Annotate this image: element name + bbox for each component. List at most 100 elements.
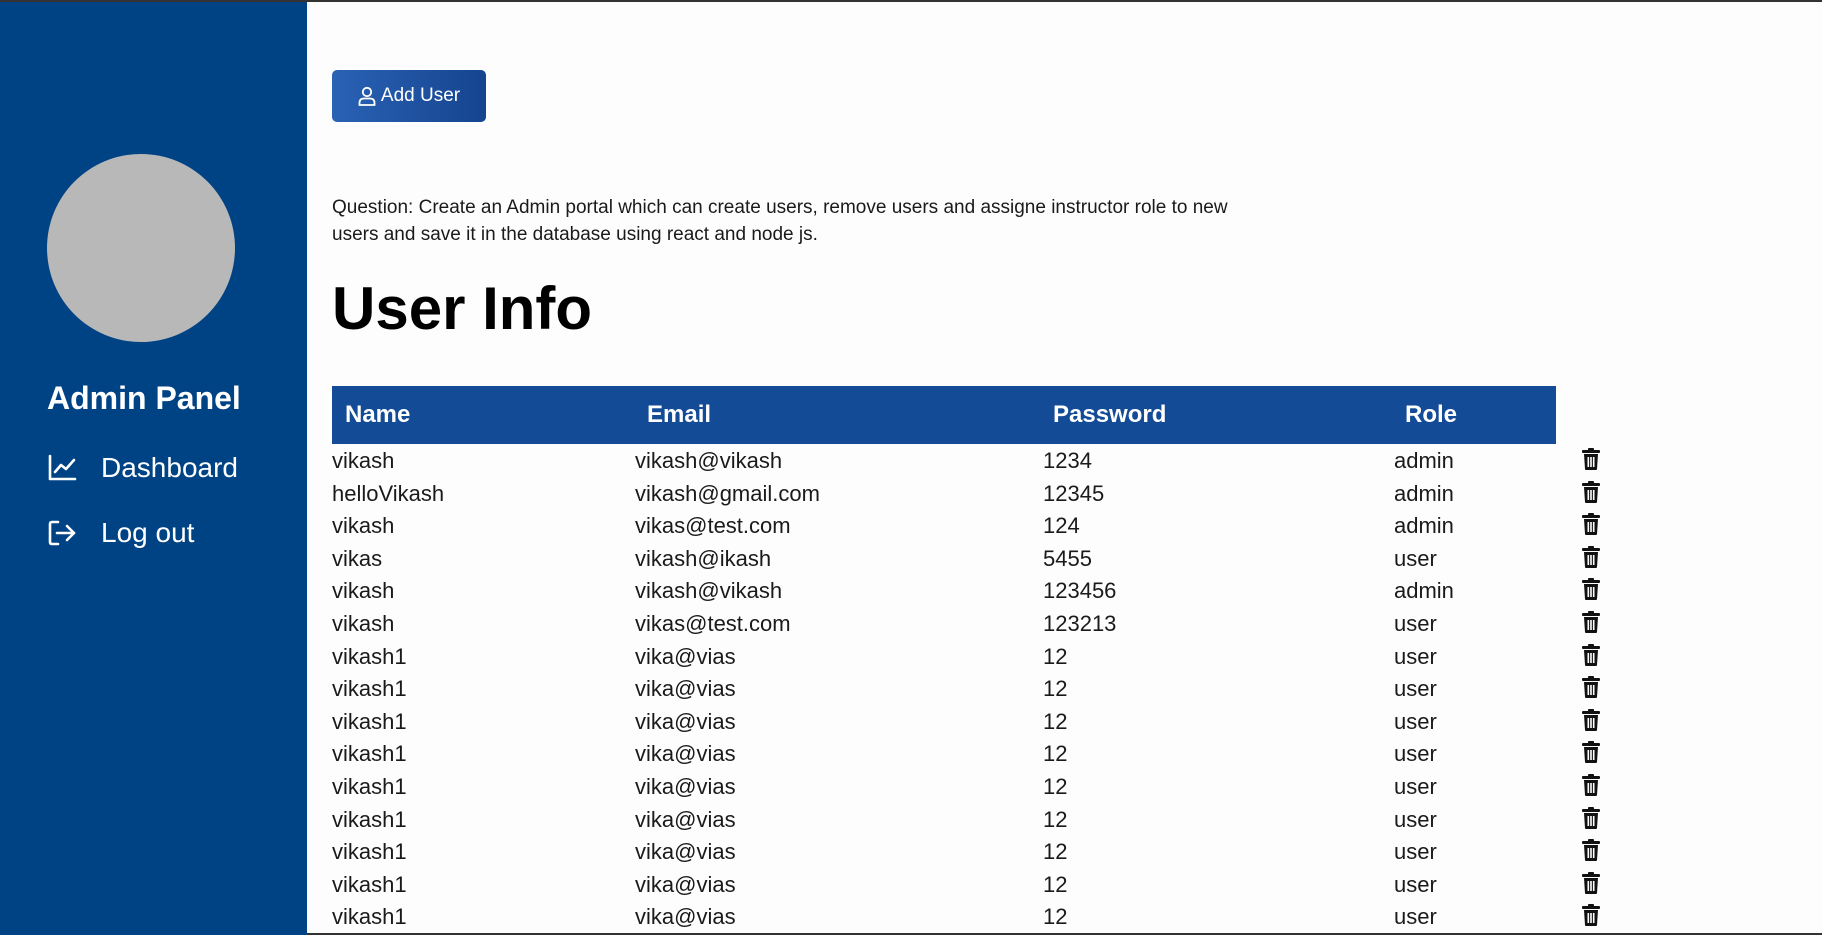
cell-email: vikash@gmail.com bbox=[635, 480, 820, 506]
trash-icon[interactable] bbox=[1581, 676, 1601, 699]
column-header-role: Role bbox=[1405, 401, 1458, 428]
table-row: vikash1 vika@vias 12 user bbox=[332, 836, 1612, 869]
trash-icon[interactable] bbox=[1581, 871, 1601, 894]
cell-role: user bbox=[1394, 806, 1437, 832]
cell-name: vikash1 bbox=[332, 741, 407, 767]
trash-icon[interactable] bbox=[1581, 806, 1601, 829]
cell-email: vika@vias bbox=[635, 643, 736, 669]
user-table-body: vikash vikash@vikash 1234 admin helloVikash v… bbox=[332, 445, 1612, 934]
cell-email: vika@vias bbox=[635, 871, 736, 897]
cell-role: user bbox=[1394, 610, 1437, 636]
cell-name: vikash1 bbox=[332, 806, 407, 832]
trash-icon[interactable] bbox=[1581, 480, 1601, 503]
cell-role: user bbox=[1394, 871, 1437, 897]
trash-icon[interactable] bbox=[1581, 578, 1601, 601]
nav-item-dashboard[interactable]: Dashboard bbox=[47, 452, 238, 484]
table-row: vikash1 vika@vias 12 user bbox=[332, 869, 1612, 902]
sidebar: Admin Panel Dashboard Log out bbox=[0, 2, 307, 935]
nav-item-label: Dashboard bbox=[101, 452, 238, 483]
cell-password: 12 bbox=[1043, 806, 1068, 832]
cell-name: vikash bbox=[332, 513, 395, 539]
logout-icon bbox=[47, 518, 77, 548]
column-header-name: Name bbox=[345, 401, 411, 428]
trash-icon[interactable] bbox=[1581, 904, 1601, 927]
question-text: Question: Create an Admin portal which c… bbox=[332, 197, 1228, 245]
trash-icon[interactable] bbox=[1581, 610, 1601, 633]
cell-password: 12 bbox=[1043, 708, 1068, 734]
cell-role: user bbox=[1394, 741, 1437, 767]
cell-email: vika@vias bbox=[635, 904, 736, 930]
cell-role: user bbox=[1394, 643, 1437, 669]
table-row: vikash vikash@vikash 1234 admin bbox=[332, 445, 1612, 478]
cell-name: helloVikash bbox=[332, 480, 445, 506]
avatar bbox=[47, 154, 235, 342]
cell-role: user bbox=[1394, 904, 1437, 930]
trash-icon[interactable] bbox=[1581, 448, 1601, 470]
trash-icon[interactable] bbox=[1581, 773, 1601, 796]
cell-email: vika@vias bbox=[635, 741, 736, 767]
table-row: vikash1 vika@vias 12 user bbox=[332, 738, 1612, 771]
trash-icon[interactable] bbox=[1581, 643, 1601, 666]
cell-role: admin bbox=[1394, 480, 1454, 506]
trash-icon[interactable] bbox=[1581, 741, 1601, 764]
cell-password: 12 bbox=[1043, 839, 1068, 865]
cell-password: 124 bbox=[1043, 513, 1080, 539]
trash-icon[interactable] bbox=[1581, 545, 1601, 568]
nav-item-logout[interactable]: Log out bbox=[47, 517, 194, 549]
cell-password: 12 bbox=[1043, 643, 1068, 669]
cell-password: 12 bbox=[1043, 904, 1068, 930]
cell-name: vikash1 bbox=[332, 643, 407, 669]
cell-email: vikash@ikash bbox=[635, 545, 772, 571]
cell-email: vika@vias bbox=[635, 708, 736, 734]
cell-password: 123213 bbox=[1043, 610, 1117, 636]
cell-password: 123456 bbox=[1043, 578, 1117, 604]
table-row: vikash1 vika@vias 12 user bbox=[332, 804, 1612, 837]
table-row: vikash1 vika@vias 12 user bbox=[332, 641, 1612, 674]
main-content: Add User Question: Create an Admin porta… bbox=[307, 2, 1822, 935]
sidebar-title: Admin Panel bbox=[47, 380, 241, 416]
column-header-email: Email bbox=[647, 401, 712, 428]
add-user-button[interactable]: Add User bbox=[332, 70, 486, 122]
table-row: vikash1 vika@vias 12 user bbox=[332, 706, 1612, 739]
cell-name: vikash1 bbox=[332, 708, 407, 734]
cell-password: 12345 bbox=[1043, 480, 1105, 506]
cell-role: admin bbox=[1394, 578, 1454, 604]
cell-password: 12 bbox=[1043, 676, 1068, 702]
trash-icon[interactable] bbox=[1581, 839, 1601, 862]
cell-email: vika@vias bbox=[635, 839, 736, 865]
table-row: vikas vikash@ikash 5455 user bbox=[332, 543, 1612, 576]
cell-email: vikash@vikash bbox=[635, 578, 783, 604]
cell-password: 5455 bbox=[1043, 545, 1092, 571]
cell-name: vikash1 bbox=[332, 839, 407, 865]
table-row: vikash vikas@test.com 124 admin bbox=[332, 510, 1612, 543]
table-row: vikash vikash@vikash 123456 admin bbox=[332, 575, 1612, 608]
cell-name: vikash1 bbox=[332, 676, 407, 702]
cell-role: user bbox=[1394, 676, 1437, 702]
cell-name: vikash bbox=[332, 448, 395, 473]
cell-name: vikash bbox=[332, 610, 395, 636]
cell-role: admin bbox=[1394, 513, 1454, 539]
cell-email: vika@vias bbox=[635, 676, 736, 702]
page-title: User Info bbox=[332, 275, 593, 342]
cell-role: admin bbox=[1394, 448, 1454, 473]
table-row: vikash1 vika@vias 12 user bbox=[332, 673, 1612, 706]
cell-role: user bbox=[1394, 773, 1437, 799]
cell-name: vikash1 bbox=[332, 773, 407, 799]
cell-role: user bbox=[1394, 545, 1437, 571]
cell-email: vika@vias bbox=[635, 773, 736, 799]
cell-password: 1234 bbox=[1043, 448, 1092, 473]
table-row: vikash vikas@test.com 123213 user bbox=[332, 608, 1612, 641]
table-header: Name Email Password Role bbox=[332, 386, 1556, 444]
cell-role: user bbox=[1394, 708, 1437, 734]
cell-email: vika@vias bbox=[635, 806, 736, 832]
chart-line-icon bbox=[47, 453, 77, 483]
cell-role: user bbox=[1394, 839, 1437, 865]
cell-name: vikash1 bbox=[332, 871, 407, 897]
cell-password: 12 bbox=[1043, 741, 1068, 767]
trash-icon[interactable] bbox=[1581, 513, 1601, 536]
add-user-label: Add User bbox=[380, 85, 461, 106]
cell-email: vikash@vikash bbox=[635, 448, 783, 473]
table-row: helloVikash vikash@gmail.com 12345 admin bbox=[332, 478, 1612, 511]
cell-name: vikash1 bbox=[332, 904, 407, 930]
trash-icon[interactable] bbox=[1581, 708, 1601, 731]
